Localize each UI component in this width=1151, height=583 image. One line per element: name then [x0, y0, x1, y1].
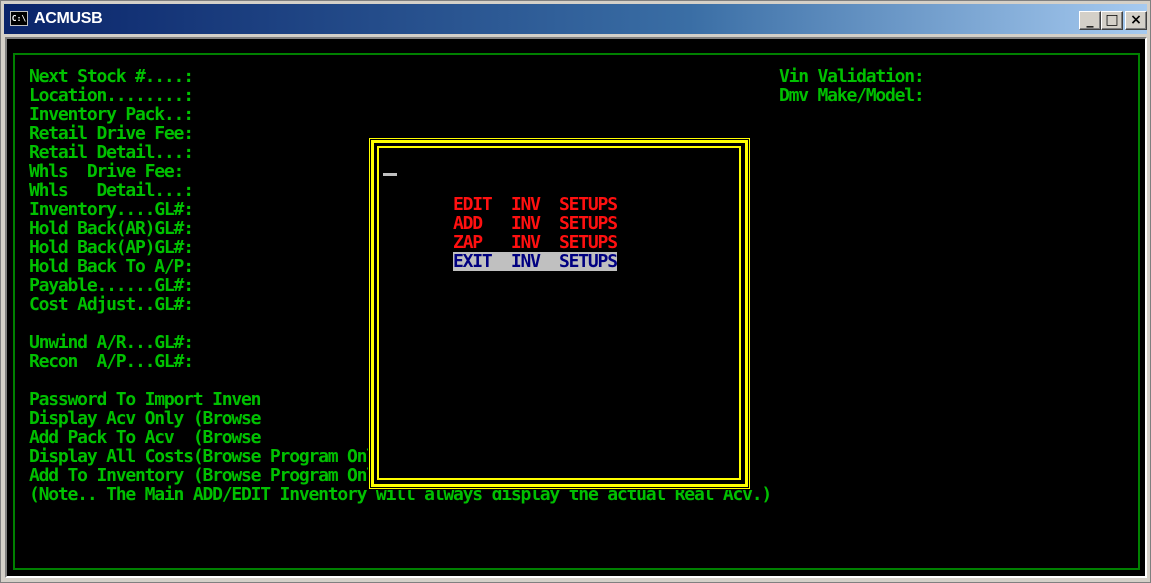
close-icon: ×: [1130, 12, 1142, 28]
field-label: Display Acv Only (Browse: [29, 408, 261, 429]
window-title: ACMUSB: [34, 10, 103, 27]
minimize-icon: _: [1086, 12, 1094, 28]
field-label: Location........:: [29, 85, 194, 106]
field-label: Whls Detail...:: [29, 180, 194, 201]
field-label: Next Stock #....:: [29, 66, 194, 87]
field-label: Vin Validation:: [779, 66, 925, 87]
console-app-icon[interactable]: C:\: [10, 11, 28, 26]
field-label: Hold Back(AP)GL#:: [29, 237, 194, 258]
menu-item[interactable]: EDIT INV SETUPS: [453, 195, 618, 214]
field-label: Payable......GL#:: [29, 275, 194, 296]
maximize-button[interactable]: □: [1101, 11, 1123, 30]
menu-item[interactable]: ZAP INV SETUPS: [453, 233, 618, 252]
field-label: Inventory....GL#:: [29, 199, 194, 220]
field-label: Retail Detail...:: [29, 142, 194, 163]
field-label: Inventory Pack..:: [29, 104, 194, 125]
field-label: Hold Back To A/P:: [29, 256, 194, 277]
field-label: Hold Back(AR)GL#:: [29, 218, 194, 239]
field-label: Add To Inventory (Browse Program Only):: [29, 465, 406, 486]
menu-item[interactable]: EXIT INV SETUPS: [453, 252, 618, 271]
field-label: Whls Drive Fee:: [29, 161, 184, 182]
field-label: Retail Drive Fee:: [29, 123, 194, 144]
title-bar[interactable]: C:\ ACMUSB _ □ ×: [4, 4, 1147, 34]
close-button[interactable]: ×: [1125, 11, 1147, 30]
text-cursor: [383, 173, 397, 176]
maximize-icon: □: [1105, 12, 1119, 28]
field-label: Add Pack To Acv (Browse: [29, 427, 261, 448]
field-label: Cost Adjust..GL#:: [29, 294, 194, 315]
field-label: Recon A/P...GL#:: [29, 351, 194, 372]
console-window: C:\ ACMUSB _ □ × Next Stock #....: Locati…: [0, 0, 1151, 583]
field-label: Unwind A/R...GL#:: [29, 332, 194, 353]
field-label: Dmv Make/Model:: [779, 85, 925, 106]
minimize-button[interactable]: _: [1079, 11, 1101, 30]
field-label: Display All Costs(Browse Program Only):: [29, 446, 406, 467]
field-label: Password To Import Inven: [29, 389, 261, 410]
menu-item[interactable]: ADD INV SETUPS: [453, 214, 618, 233]
